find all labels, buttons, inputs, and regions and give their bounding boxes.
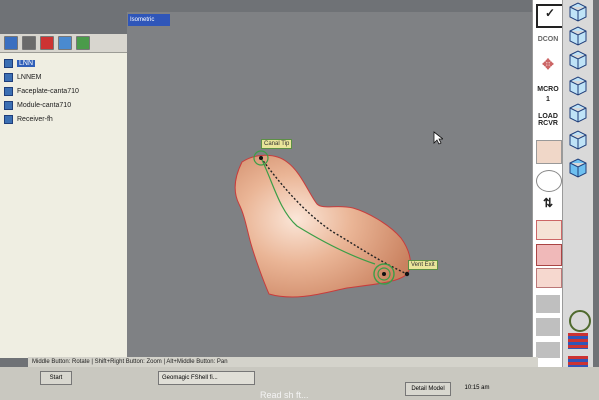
tree-toolbar <box>0 34 132 53</box>
tree-item-label: Module-canta710 <box>17 101 72 109</box>
shell-view-icon[interactable] <box>536 268 562 288</box>
cube-view-3-icon[interactable] <box>567 48 589 70</box>
micro-value: 1 <box>546 96 550 103</box>
view-cube-palette <box>562 0 593 380</box>
model-icon <box>4 86 13 96</box>
pendant-tool-icon[interactable] <box>569 310 591 332</box>
layers-icon[interactable] <box>536 220 562 240</box>
tree-item-label: LNN <box>17 59 36 67</box>
micro-label[interactable]: MCRO <box>536 86 560 93</box>
load-receiver-button[interactable]: LOAD RCVR <box>536 113 560 127</box>
decon-label[interactable]: DCON <box>536 36 560 43</box>
deform-tool-icon[interactable]: ✥ <box>536 56 560 74</box>
tree-tool-1-icon[interactable] <box>4 36 18 50</box>
shape-tool-2-icon[interactable] <box>536 318 560 336</box>
faceplate-icon[interactable] <box>536 244 562 266</box>
cube-view-4-icon[interactable] <box>567 74 589 96</box>
canal-tip-tag: Canal Tip <box>261 139 293 149</box>
cube-view-6-icon[interactable] <box>567 128 589 150</box>
taskbar-clock: 10:15 am <box>464 385 490 391</box>
tree-item-label: Faceplate-canta710 <box>17 87 79 95</box>
tree-item-label: LNNEM <box>17 73 42 81</box>
shell-thumb-icon[interactable] <box>536 140 562 164</box>
taskbar-app-button[interactable]: Geomagic FShell fi... <box>158 371 255 385</box>
cube-view-2-icon[interactable] <box>567 24 589 46</box>
tree-tool-5-icon[interactable] <box>76 36 90 50</box>
cube-view-5-icon[interactable] <box>567 101 589 123</box>
object-tree: LNN LNNEM Faceplate-canta710 Module-cant… <box>4 56 79 126</box>
swap-arrows-icon[interactable]: ⇅ <box>536 196 560 210</box>
vent-end-point-icon <box>404 271 410 277</box>
status-hint: Middle Button: Rotate | Shift+Right Butt… <box>28 357 538 367</box>
cube-view-7-icon[interactable] <box>567 156 589 178</box>
layer-stack-icon-1[interactable] <box>568 333 588 349</box>
checkbox-icon[interactable]: ✓ <box>536 4 564 28</box>
model-icon <box>4 114 13 124</box>
tree-item[interactable]: Module-canta710 <box>4 98 79 112</box>
canal-tip-point-icon <box>259 156 263 160</box>
vent-exit-tag: Vent Exit <box>408 260 438 270</box>
vent-exit-point-icon <box>382 272 386 276</box>
tree-item[interactable]: LNN <box>4 56 79 70</box>
shape-tool-3-icon[interactable] <box>536 342 560 358</box>
tree-item[interactable]: Faceplate-canta710 <box>4 84 79 98</box>
tree-tool-2-icon[interactable] <box>22 36 36 50</box>
start-button[interactable]: Start <box>40 371 72 385</box>
mouse-cursor-icon <box>433 131 443 145</box>
tool-palette: ✓ DCON ✥ MCRO 1 LOAD RCVR ⇅ ⌄ <box>532 0 564 380</box>
tree-item-label: Receiver-fh <box>17 115 53 123</box>
tree-item[interactable]: LNNEM <box>4 70 79 84</box>
tree-tool-3-icon[interactable] <box>40 36 54 50</box>
tree-item[interactable]: Receiver-fh <box>4 112 79 126</box>
cube-view-1-icon[interactable] <box>567 0 589 22</box>
model-icon <box>4 58 13 68</box>
tree-tool-4-icon[interactable] <box>58 36 72 50</box>
overlay-caption: Read sh ft... <box>260 390 309 400</box>
model-icon <box>4 100 13 110</box>
ear-shell-model[interactable] <box>127 12 532 357</box>
shape-tool-1-icon[interactable] <box>536 295 560 313</box>
rotate-dial-icon[interactable] <box>536 170 562 192</box>
detail-model-button[interactable]: Detail Model <box>405 382 451 396</box>
model-icon <box>4 72 13 82</box>
